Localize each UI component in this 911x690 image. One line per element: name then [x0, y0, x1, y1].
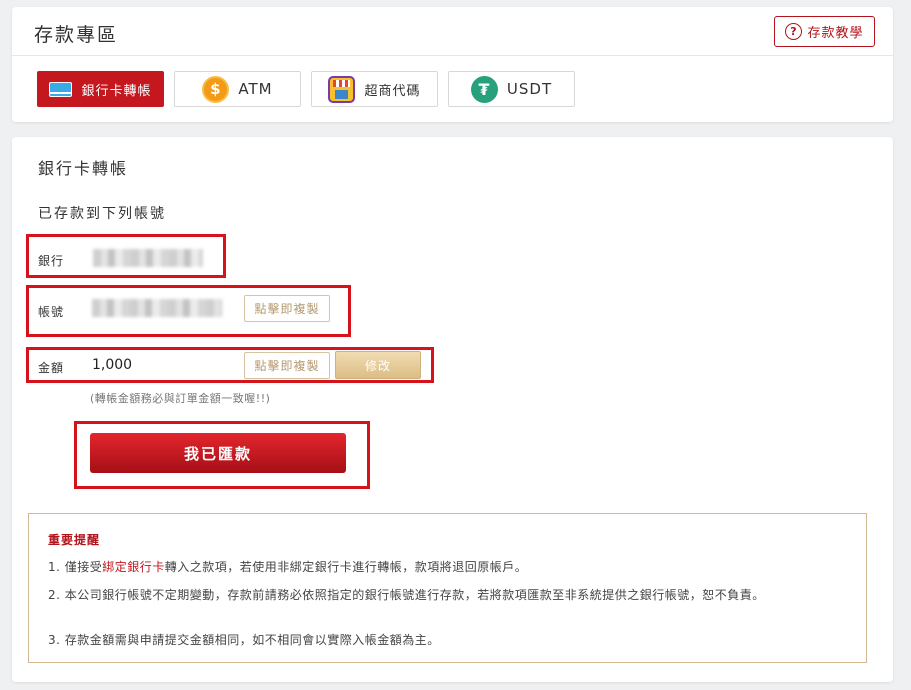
notice-title: 重要提醒	[48, 533, 101, 547]
tab-bank-transfer[interactable]: 銀行卡轉帳	[37, 71, 164, 107]
bank-transfer-card: 銀行卡轉帳 已存款到下列帳號 銀行 帳號 點擊即複製 金額 1,000 點擊即複…	[12, 137, 893, 682]
payment-method-tabs: 銀行卡轉帳 $ ATM 超商代碼 ₮ USDT	[37, 71, 575, 107]
tab-label: ATM	[238, 80, 273, 98]
copy-amount-button[interactable]: 點擊即複製	[244, 352, 330, 379]
bank-label: 銀行	[38, 254, 65, 268]
tutorial-button-label: 存款教學	[807, 26, 864, 41]
copy-account-button[interactable]: 點擊即複製	[244, 295, 330, 322]
notice-box: 重要提醒 1. 僅接受綁定銀行卡轉入之款項，若使用非綁定銀行卡進行轉帳，款項將退…	[28, 513, 867, 663]
amount-hint: (轉帳金額務必與訂單金額一致喔!!)	[90, 392, 271, 405]
notice-item-1-suffix: 轉入之款項，若使用非綁定銀行卡進行轉帳，款項將退回原帳戶。	[164, 560, 528, 574]
section-title: 銀行卡轉帳	[38, 159, 129, 178]
account-label: 帳號	[38, 305, 65, 319]
deposit-note: 已存款到下列帳號	[38, 206, 166, 222]
page-title: 存款專區	[34, 24, 119, 46]
tab-atm[interactable]: $ ATM	[174, 71, 301, 107]
question-circle-icon: ?	[785, 23, 803, 40]
dollar-coin-icon: $	[202, 75, 230, 103]
tab-label: 銀行卡轉帳	[81, 83, 152, 99]
notice-item-1: 1. 僅接受綁定銀行卡轉入之款項，若使用非綁定銀行卡進行轉帳，款項將退回原帳戶。	[48, 559, 828, 576]
account-number-redacted	[92, 299, 222, 317]
tab-convenience-store[interactable]: 超商代碼	[311, 71, 438, 107]
tutorial-button[interactable]: ? 存款教學	[774, 16, 875, 47]
page-header: 存款專區 ? 存款教學	[12, 7, 893, 56]
amount-label: 金額	[38, 361, 65, 375]
deposit-header-card: 存款專區 ? 存款教學 銀行卡轉帳 $ ATM 超商代碼 ₮ USDT	[12, 7, 893, 122]
notice-item-1-highlight: 綁定銀行卡	[102, 560, 165, 574]
notice-item-3: 3. 存款金額需與申請提交金額相同，如不相同會以實際入帳金額為主。	[48, 633, 440, 647]
tab-label: 超商代碼	[364, 83, 421, 99]
notice-item-2: 2. 本公司銀行帳號不定期變動，存款前請務必依照指定的銀行帳號進行存款，若將款項…	[48, 588, 765, 602]
edit-amount-button[interactable]: 修改	[335, 351, 421, 379]
convenience-store-icon	[328, 75, 356, 103]
tether-icon: ₮	[470, 75, 498, 103]
notice-item-1-prefix: 1. 僅接受	[48, 560, 103, 574]
confirm-deposit-button[interactable]: 我已匯款	[90, 433, 346, 473]
tab-usdt[interactable]: ₮ USDT	[448, 71, 575, 107]
bank-name-redacted	[93, 249, 203, 267]
bank-card-icon	[49, 81, 73, 97]
tab-label: USDT	[506, 80, 553, 98]
amount-value: 1,000	[92, 357, 133, 373]
